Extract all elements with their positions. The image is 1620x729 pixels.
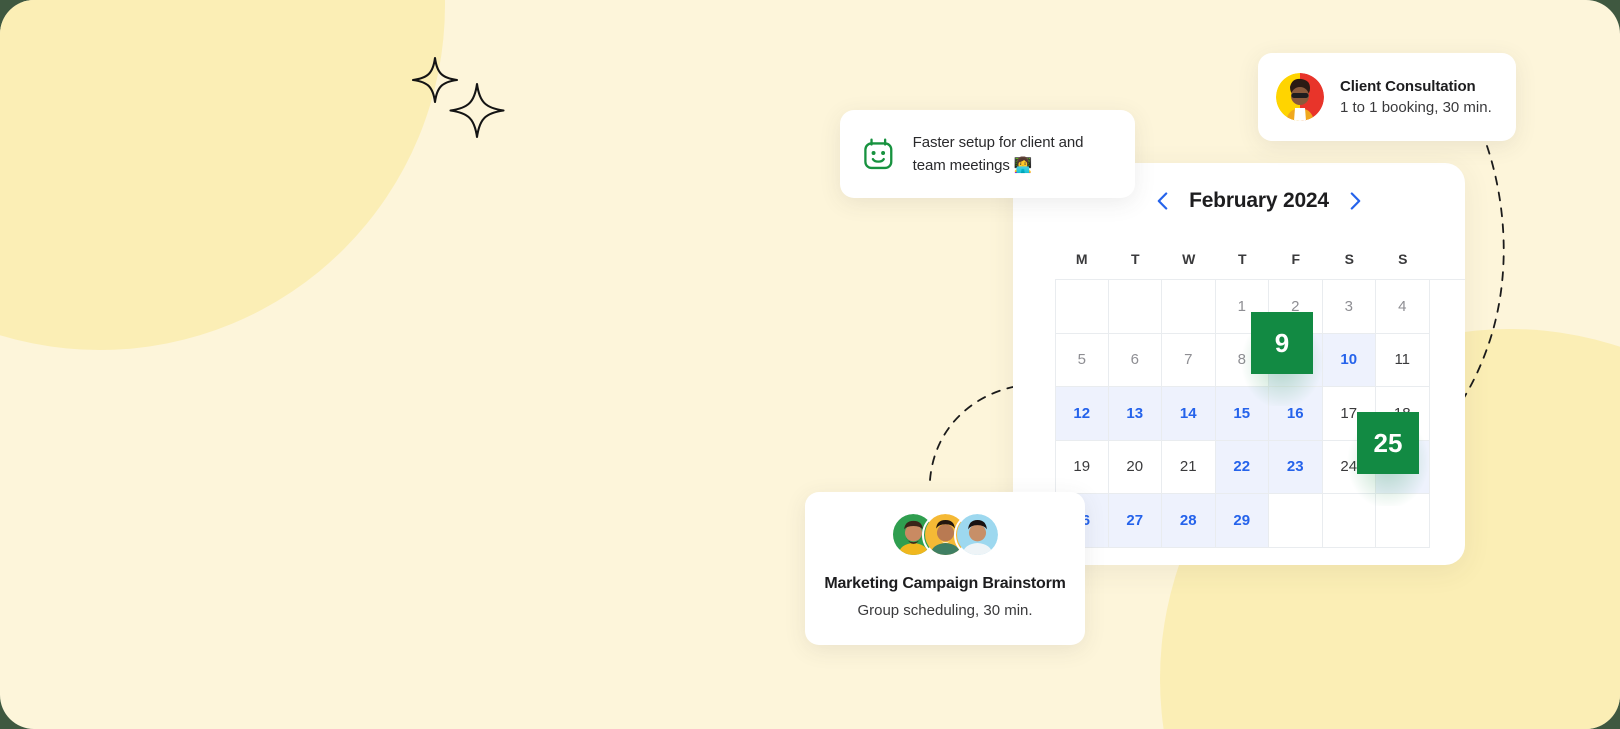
calendar-day-4: 4	[1376, 280, 1430, 334]
prev-month-button[interactable]	[1151, 190, 1173, 212]
calendar-day-10[interactable]: 10	[1322, 333, 1376, 387]
calendar-day-14[interactable]: 14	[1162, 387, 1216, 441]
calendar-day-21: 21	[1162, 440, 1216, 494]
decorative-blob-top-left	[0, 0, 445, 350]
faster-setup-text: Faster setup for client and team meeting…	[912, 134, 1084, 174]
calendar-day-7: 7	[1162, 333, 1216, 387]
promo-canvas: February 2024 MTWTFSS 1 2 3 4 5 6 7 8 10 11 12 13 14…	[0, 0, 1620, 729]
calendar-day-20: 20	[1108, 440, 1162, 494]
calendar-day-header-0: M	[1075, 251, 1088, 267]
marketing-campaign-subtitle: Group scheduling, 30 min.	[857, 602, 1033, 619]
calendar-day-27[interactable]: 27	[1108, 494, 1162, 548]
next-month-button[interactable]	[1345, 190, 1367, 212]
calendar-day-header-6: S	[1398, 251, 1408, 267]
client-consultation-title: Client Consultation	[1340, 78, 1476, 95]
avatar-person-blue	[954, 512, 1000, 558]
client-consultation-card: Client Consultation 1 to 1 booking, 30 m…	[1258, 53, 1516, 141]
calendar-day-header-4: F	[1291, 251, 1301, 267]
calendar-day-header-1: T	[1130, 251, 1140, 267]
selected-day-chip-9[interactable]: 9	[1235, 308, 1329, 406]
calendar-day-5: 5	[1055, 333, 1109, 387]
calendar-day-header-2: W	[1182, 251, 1196, 267]
sparkle-icon-small	[411, 56, 459, 104]
calendar-day-header-5: S	[1344, 251, 1354, 267]
calendar-day-11: 11	[1376, 333, 1430, 387]
calendar-day-empty	[1162, 280, 1216, 334]
calendar-day-19: 19	[1055, 440, 1109, 494]
marketing-campaign-title: Marketing Campaign Brainstorm	[824, 575, 1066, 592]
avatar-group	[805, 512, 1085, 558]
calendar-day-empty	[1322, 494, 1376, 548]
calendar-day-12[interactable]: 12	[1055, 387, 1109, 441]
calendar-day-29[interactable]: 29	[1215, 494, 1269, 548]
faster-setup-card: Faster setup for client and team meeting…	[840, 110, 1135, 198]
calendar-day-empty	[1108, 280, 1162, 334]
calendar-day-15[interactable]: 15	[1215, 387, 1269, 441]
chevron-right-icon	[1351, 192, 1361, 210]
marketing-campaign-card: Marketing Campaign Brainstorm Group sche…	[805, 492, 1085, 645]
calendar-day-28[interactable]: 28	[1162, 494, 1216, 548]
sparkles-decoration	[411, 56, 505, 139]
calendar-day-empty	[1376, 494, 1430, 548]
calendar-day-13[interactable]: 13	[1108, 387, 1162, 441]
client-consultation-text: Client Consultation 1 to 1 booking, 30 m…	[1340, 78, 1492, 116]
calendar-day-16[interactable]: 16	[1269, 387, 1323, 441]
client-consultation-subtitle: 1 to 1 booking, 30 min.	[1340, 99, 1492, 116]
calendar-day-23[interactable]: 23	[1269, 440, 1323, 494]
calendar-day-22[interactable]: 22	[1215, 440, 1269, 494]
calendar-day-empty	[1269, 494, 1323, 548]
sparkle-icon-large	[449, 82, 505, 139]
calendar-month-title: February 2024	[1189, 189, 1329, 212]
calendar-day-empty	[1055, 280, 1109, 334]
calendar-day-headers: MTWTFSS	[1055, 239, 1465, 279]
chevron-left-icon	[1157, 192, 1167, 210]
calendar-day-header-3: T	[1237, 251, 1247, 267]
calendar-day-3: 3	[1322, 280, 1376, 334]
calendar-smiley-icon	[864, 138, 893, 170]
calendar-day-6: 6	[1108, 333, 1162, 387]
calendar-body: MTWTFSS 12345678101112131415161718192021…	[1055, 239, 1465, 548]
selected-day-chip-25[interactable]: 25	[1341, 408, 1435, 506]
avatar	[1276, 73, 1324, 121]
